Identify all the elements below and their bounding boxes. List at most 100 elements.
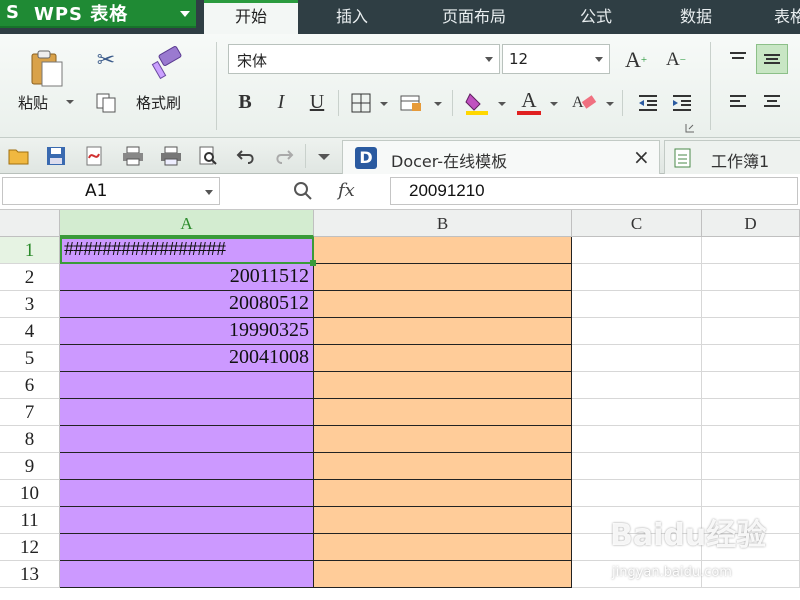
cell-b4[interactable] xyxy=(314,318,572,345)
app-menu-button[interactable]: S WPS 表格 xyxy=(0,0,196,28)
cell-a5[interactable]: 20041008 xyxy=(60,345,314,372)
cell-b8[interactable] xyxy=(314,426,572,453)
align-left-icon[interactable] xyxy=(724,88,752,114)
cell-style-dropdown-icon[interactable] xyxy=(434,102,442,106)
row-header[interactable]: 8 xyxy=(0,426,60,453)
cell-d10[interactable] xyxy=(702,480,800,507)
row-header[interactable]: 1 xyxy=(0,237,60,264)
open-folder-icon[interactable] xyxy=(8,146,29,166)
row-header[interactable]: 9 xyxy=(0,453,60,480)
fill-color-dropdown-icon[interactable] xyxy=(498,102,506,106)
cell-b7[interactable] xyxy=(314,399,572,426)
cell-c5[interactable] xyxy=(572,345,702,372)
print-preview-icon[interactable] xyxy=(198,146,218,166)
row-header[interactable]: 10 xyxy=(0,480,60,507)
cell-d2[interactable] xyxy=(702,264,800,291)
align-top-icon[interactable] xyxy=(724,46,752,72)
font-color-dropdown-icon[interactable] xyxy=(550,102,558,106)
row-header[interactable]: 13 xyxy=(0,561,60,588)
cell-a7[interactable] xyxy=(60,399,314,426)
cell-b12[interactable] xyxy=(314,534,572,561)
cell-a10[interactable] xyxy=(60,480,314,507)
cell-a4[interactable]: 19990325 xyxy=(60,318,314,345)
export-pdf-icon[interactable] xyxy=(84,146,104,166)
cell-a6[interactable] xyxy=(60,372,314,399)
cell-c2[interactable] xyxy=(572,264,702,291)
column-header-d[interactable]: D xyxy=(702,210,800,237)
cell-a1[interactable]: ################# xyxy=(60,237,314,264)
cell-style-icon[interactable] xyxy=(398,90,424,116)
cell-a2[interactable]: 20011512 xyxy=(60,264,314,291)
cell-d7[interactable] xyxy=(702,399,800,426)
format-painter-icon[interactable] xyxy=(146,44,186,84)
tab-data[interactable]: 数据 xyxy=(656,0,736,34)
bold-button[interactable]: B xyxy=(232,88,258,116)
cell-c8[interactable] xyxy=(572,426,702,453)
quick-print-icon[interactable] xyxy=(160,146,181,166)
row-header[interactable]: 5 xyxy=(0,345,60,372)
cut-icon[interactable]: ✂ xyxy=(92,46,120,74)
cell-b9[interactable] xyxy=(314,453,572,480)
cell-b11[interactable] xyxy=(314,507,572,534)
grow-font-button[interactable]: A + xyxy=(622,46,650,74)
doc-tab-docer[interactable]: D Docer-在线模板 × xyxy=(342,140,660,174)
cell-d3[interactable] xyxy=(702,291,800,318)
font-name-select[interactable]: 宋体 xyxy=(228,44,500,74)
cell-b5[interactable] xyxy=(314,345,572,372)
cell-a8[interactable] xyxy=(60,426,314,453)
row-header[interactable]: 6 xyxy=(0,372,60,399)
borders-icon[interactable] xyxy=(348,90,374,116)
align-center-icon[interactable] xyxy=(758,88,786,114)
decrease-indent-icon[interactable] xyxy=(634,90,662,116)
cell-c4[interactable] xyxy=(572,318,702,345)
cell-c10[interactable] xyxy=(572,480,702,507)
doc-tab-workbook[interactable]: 工作簿1 xyxy=(664,140,800,174)
redo-icon[interactable] xyxy=(274,146,294,166)
borders-dropdown-icon[interactable] xyxy=(380,102,388,106)
row-header[interactable]: 12 xyxy=(0,534,60,561)
cell-c9[interactable] xyxy=(572,453,702,480)
insert-function-icon[interactable]: fx xyxy=(338,180,355,201)
column-header-c[interactable]: C xyxy=(572,210,702,237)
row-header[interactable]: 7 xyxy=(0,399,60,426)
cell-b2[interactable] xyxy=(314,264,572,291)
align-middle-icon[interactable] xyxy=(756,44,788,74)
save-icon[interactable] xyxy=(46,146,66,166)
cell-b1[interactable] xyxy=(314,237,572,264)
column-header-a[interactable]: A xyxy=(60,210,314,237)
cell-d6[interactable] xyxy=(702,372,800,399)
cell-c1[interactable] xyxy=(572,237,702,264)
clear-format-icon[interactable]: A xyxy=(570,88,600,116)
column-header-b[interactable]: B xyxy=(314,210,572,237)
cell-a3[interactable]: 20080512 xyxy=(60,291,314,318)
customize-toolbar-icon[interactable] xyxy=(318,154,330,160)
name-box[interactable]: A1 xyxy=(2,177,220,205)
formula-input[interactable]: 20091210 xyxy=(390,177,798,205)
cell-b6[interactable] xyxy=(314,372,572,399)
cell-c3[interactable] xyxy=(572,291,702,318)
cell-b13[interactable] xyxy=(314,561,572,588)
cell-a9[interactable] xyxy=(60,453,314,480)
row-header[interactable]: 3 xyxy=(0,291,60,318)
italic-button[interactable]: I xyxy=(268,88,294,116)
undo-icon[interactable] xyxy=(236,146,256,166)
increase-indent-icon[interactable] xyxy=(668,90,696,116)
shrink-font-button[interactable]: A − xyxy=(662,46,690,74)
cell-d1[interactable] xyxy=(702,237,800,264)
tab-table[interactable]: 表格 xyxy=(760,0,800,34)
cell-a13[interactable] xyxy=(60,561,314,588)
tab-home[interactable]: 开始 xyxy=(204,0,298,34)
tab-page-layout[interactable]: 页面布局 xyxy=(415,0,533,34)
font-dialog-launcher-icon[interactable] xyxy=(684,122,696,134)
cell-c6[interactable] xyxy=(572,372,702,399)
clear-format-dropdown-icon[interactable] xyxy=(606,102,614,106)
print-icon[interactable] xyxy=(122,146,143,166)
fill-handle[interactable] xyxy=(310,260,316,266)
paste-dropdown-icon[interactable] xyxy=(66,100,74,104)
select-all-corner[interactable] xyxy=(0,210,60,237)
tab-formulas[interactable]: 公式 xyxy=(556,0,636,34)
font-color-button[interactable]: A xyxy=(514,86,544,118)
tab-insert[interactable]: 插入 xyxy=(312,0,392,34)
fill-color-icon[interactable] xyxy=(462,88,492,118)
row-header[interactable]: 2 xyxy=(0,264,60,291)
